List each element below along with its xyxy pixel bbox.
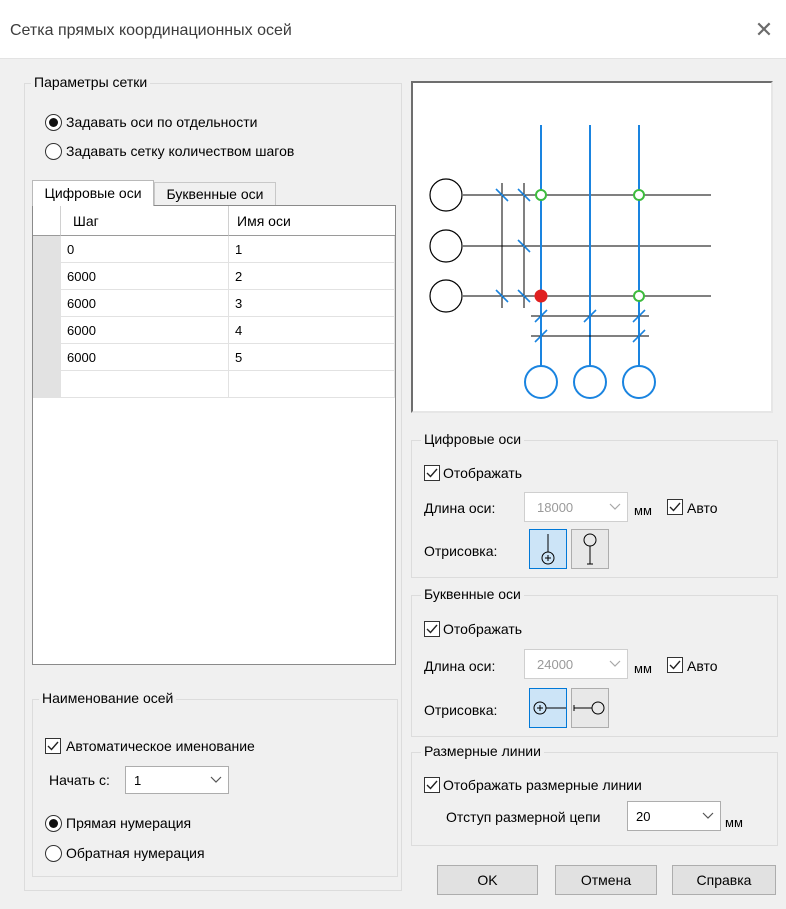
chevron-down-icon bbox=[609, 660, 621, 667]
tab-digit-axes[interactable]: Цифровые оси bbox=[32, 180, 154, 206]
digit-length-combo[interactable]: 18000 bbox=[524, 492, 628, 522]
column-header-axis-name[interactable]: Имя оси bbox=[229, 206, 395, 236]
table-cell-step[interactable]: 6000 bbox=[61, 263, 229, 290]
digit-show-checkbox[interactable] bbox=[424, 465, 440, 481]
radio-reverse-label: Обратная нумерация bbox=[66, 845, 205, 861]
digit-length-unit: мм bbox=[634, 503, 652, 518]
column-header-step[interactable]: Шаг bbox=[61, 206, 229, 236]
table-cell-name[interactable]: 2 bbox=[229, 263, 395, 290]
letter-length-combo[interactable]: 24000 bbox=[524, 649, 628, 679]
letter-draw-right-button[interactable] bbox=[571, 688, 609, 728]
table-cell-step[interactable]: 6000 bbox=[61, 290, 229, 317]
grid-preview-drawing bbox=[429, 125, 711, 399]
letter-show-label: Отображать bbox=[443, 621, 523, 637]
table-cell-step[interactable]: 0 bbox=[61, 236, 229, 263]
radio-by-steps[interactable] bbox=[45, 143, 62, 160]
digit-length-label: Длина оси: bbox=[424, 500, 496, 516]
radio-separately-label: Задавать оси по отдельности bbox=[66, 114, 258, 130]
digit-auto-checkbox[interactable] bbox=[667, 499, 683, 515]
help-button[interactable]: Справка bbox=[672, 865, 776, 895]
radio-forward-label: Прямая нумерация bbox=[66, 815, 192, 831]
grid-params-label: Параметры сетки bbox=[31, 74, 151, 90]
tab-letter-axes[interactable]: Буквенные оси bbox=[154, 182, 276, 205]
row-header-strip bbox=[33, 236, 61, 398]
table-cell-step[interactable]: 6000 bbox=[61, 344, 229, 371]
digit-axes-group-label: Цифровые оси bbox=[421, 431, 525, 447]
cancel-button[interactable]: Отмена bbox=[555, 865, 657, 895]
letter-axes-group-label: Буквенные оси bbox=[421, 586, 524, 602]
digit-auto-label: Авто bbox=[687, 500, 718, 516]
grid-preview bbox=[411, 81, 773, 413]
table-cell-name[interactable]: 4 bbox=[229, 317, 395, 344]
dim-offset-label: Отступ размерной цепи bbox=[446, 809, 601, 825]
start-from-value: 1 bbox=[134, 773, 142, 788]
digit-show-label: Отображать bbox=[443, 465, 523, 481]
close-icon[interactable]: ✕ bbox=[752, 18, 776, 42]
radio-by-steps-label: Задавать сетку количеством шагов bbox=[66, 143, 295, 159]
dim-offset-combo[interactable]: 20 bbox=[627, 801, 721, 831]
start-from-label: Начать с: bbox=[49, 772, 110, 788]
axis-marker-right-icon bbox=[573, 701, 605, 715]
chevron-down-icon bbox=[609, 503, 621, 510]
letter-length-label: Длина оси: bbox=[424, 658, 496, 674]
digit-draw-top-button[interactable] bbox=[571, 529, 609, 569]
chevron-down-icon bbox=[210, 776, 222, 783]
start-from-combo[interactable]: 1 bbox=[125, 766, 229, 794]
axes-table[interactable]: Шаг Имя оси 0 1 6000 2 6000 3 6000 4 600… bbox=[32, 205, 396, 665]
digit-draw-label: Отрисовка: bbox=[424, 543, 498, 559]
auto-naming-label: Автоматическое именование bbox=[66, 738, 255, 754]
naming-group-label: Наименование осей bbox=[39, 690, 177, 706]
table-header-corner bbox=[33, 206, 61, 236]
title-bar: Сетка прямых координационных осей ✕ bbox=[0, 0, 786, 58]
letter-draw-label: Отрисовка: bbox=[424, 702, 498, 718]
radio-separately[interactable] bbox=[45, 114, 62, 131]
dim-show-checkbox[interactable] bbox=[424, 777, 440, 793]
letter-show-checkbox[interactable] bbox=[424, 621, 440, 637]
table-cell-name[interactable]: 1 bbox=[229, 236, 395, 263]
window-title: Сетка прямых координационных осей bbox=[10, 22, 292, 39]
auto-naming-checkbox[interactable] bbox=[45, 738, 61, 754]
table-cell-name[interactable]: 5 bbox=[229, 344, 395, 371]
digit-length-value: 18000 bbox=[537, 500, 574, 515]
letter-auto-label: Авто bbox=[687, 658, 718, 674]
dim-show-label: Отображать размерные линии bbox=[443, 777, 642, 793]
letter-auto-checkbox[interactable] bbox=[667, 657, 683, 673]
dim-offset-value: 20 bbox=[636, 809, 651, 824]
dim-offset-unit: мм bbox=[725, 815, 743, 830]
chevron-down-icon bbox=[702, 812, 714, 819]
table-cell-step[interactable]: 6000 bbox=[61, 317, 229, 344]
axis-marker-top-icon bbox=[583, 533, 597, 565]
dim-lines-group-label: Размерные линии bbox=[421, 743, 544, 759]
letter-draw-left-button[interactable] bbox=[529, 688, 567, 728]
letter-length-unit: мм bbox=[634, 661, 652, 676]
dim-lines-group bbox=[411, 752, 778, 846]
table-cell-name[interactable]: 3 bbox=[229, 290, 395, 317]
ok-button[interactable]: OK bbox=[437, 865, 538, 895]
letter-length-value: 24000 bbox=[537, 657, 574, 672]
axis-marker-left-icon bbox=[533, 701, 566, 715]
digit-draw-bottom-button[interactable] bbox=[529, 529, 567, 569]
table-new-row-step[interactable] bbox=[61, 371, 229, 398]
radio-forward-numbering[interactable] bbox=[45, 815, 62, 832]
table-new-row-name[interactable] bbox=[229, 371, 395, 398]
axis-marker-bottom-icon bbox=[541, 534, 555, 565]
radio-reverse-numbering[interactable] bbox=[45, 845, 62, 862]
